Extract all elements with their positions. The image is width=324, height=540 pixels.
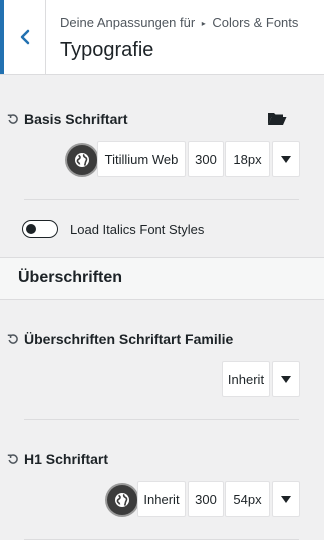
google-font-toggle-button[interactable]: [67, 145, 97, 175]
reset-icon[interactable]: [7, 333, 19, 345]
google-font-toggle-button[interactable]: [107, 485, 137, 515]
caret-down-icon: [281, 375, 291, 383]
chevron-left-icon: [20, 29, 29, 45]
breadcrumb-separator-icon: ▸: [201, 19, 206, 28]
divider: [24, 199, 299, 200]
toggle-knob: [26, 223, 36, 234]
reset-icon[interactable]: [7, 113, 19, 125]
h1-font-dropdown-button[interactable]: [272, 481, 300, 517]
heading-family-select[interactable]: Inherit: [222, 361, 270, 397]
back-button[interactable]: [0, 0, 46, 74]
divider: [24, 419, 299, 420]
heading-family-dropdown-button[interactable]: [272, 361, 300, 397]
page-title: Typografie: [60, 39, 154, 61]
h1-font-size-input[interactable]: 54px: [225, 481, 270, 517]
customizer-header: Deine Anpassungen für ▸ Colors & Fonts T…: [0, 0, 324, 75]
heading-family-label: Überschriften Schriftart Familie: [24, 331, 234, 347]
base-font-weight-select[interactable]: 300: [188, 141, 224, 177]
headings-section-header: Überschriften: [0, 257, 324, 300]
h1-font-weight-select[interactable]: 300: [188, 481, 224, 517]
caret-down-icon: [281, 155, 291, 163]
base-font-family-select[interactable]: Titillium Web: [97, 141, 186, 177]
h1-font-family-select[interactable]: Inherit: [137, 481, 186, 517]
globe-icon: [75, 153, 89, 167]
base-font-dropdown-button[interactable]: [272, 141, 300, 177]
globe-icon: [115, 493, 129, 507]
base-font-size-input[interactable]: 18px: [225, 141, 270, 177]
caret-down-icon: [281, 495, 291, 503]
h1-font-label: H1 Schriftart: [24, 451, 109, 467]
reset-icon[interactable]: [7, 453, 19, 465]
section-title: Überschriften: [18, 269, 123, 286]
breadcrumb-prefix: Deine Anpassungen für: [60, 15, 196, 30]
folder-open-icon[interactable]: [267, 111, 287, 126]
italics-toggle[interactable]: [22, 220, 58, 238]
italics-toggle-label: Load Italics Font Styles: [70, 222, 205, 237]
base-font-label: Basis Schriftart: [24, 111, 128, 127]
breadcrumb: Deine Anpassungen für ▸ Colors & Fonts: [60, 15, 298, 30]
breadcrumb-section: Colors & Fonts: [212, 15, 299, 30]
